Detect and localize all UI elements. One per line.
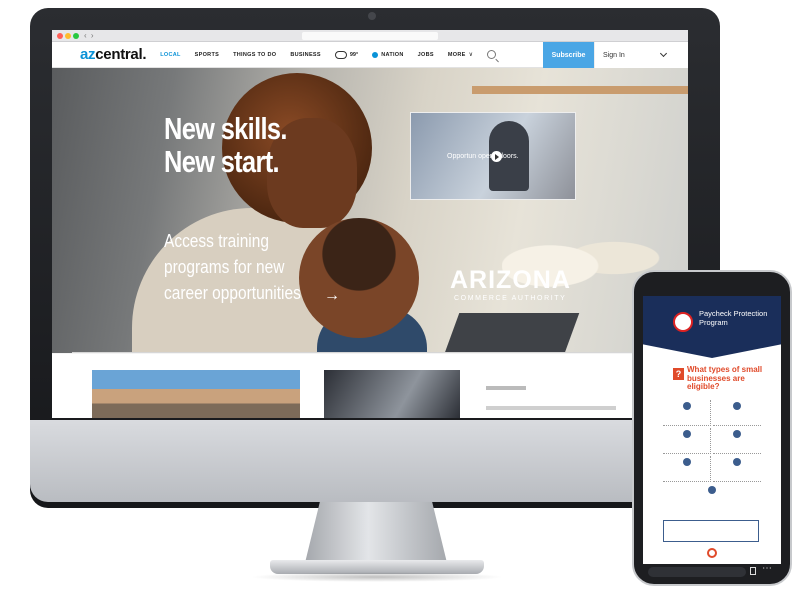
site-logo[interactable]: azcentral. xyxy=(80,46,147,63)
imac-stand xyxy=(304,502,448,566)
ppp-header xyxy=(643,296,781,358)
maximize-window-icon[interactable] xyxy=(73,33,79,39)
browser-chrome: ‹ › xyxy=(52,30,688,42)
ppp-question: What types of small businesses are eligi… xyxy=(687,365,763,391)
grid-cell xyxy=(713,428,761,454)
camera-icon xyxy=(368,12,376,20)
video-caption: Opportun opens doors. xyxy=(447,153,519,160)
imac-shadow xyxy=(250,572,504,582)
nav-nation-label: NATION xyxy=(381,51,404,58)
grid-cell xyxy=(663,400,711,426)
nav-more[interactable]: MORE xyxy=(448,52,466,58)
story-text-placeholder xyxy=(486,406,616,410)
grid-cell xyxy=(663,456,711,482)
story-thumbnail[interactable] xyxy=(324,370,460,418)
phone-screen: Paycheck Protection Program ? What types… xyxy=(643,296,781,564)
more-menu-icon[interactable]: ⋯ xyxy=(762,563,772,574)
chevron-down-icon[interactable]: ∨ xyxy=(469,51,473,58)
brand-subtitle: COMMERCE AUTHORITY xyxy=(454,295,567,302)
business-icon xyxy=(682,402,691,410)
nav-business[interactable]: BUSINESS xyxy=(290,52,321,58)
story-label-placeholder xyxy=(486,386,526,390)
content-strip xyxy=(52,354,688,418)
person-icon xyxy=(733,402,741,410)
share-icon[interactable] xyxy=(750,567,756,575)
weather-icon xyxy=(334,50,347,59)
weather-widget[interactable]: 99° xyxy=(334,50,359,59)
note-box xyxy=(663,520,759,542)
phone-device: Paycheck Protection Program ? What types… xyxy=(632,270,792,586)
hero-headline: New skills. New start. xyxy=(164,111,287,179)
main-nav: LOCAL SPORTS THINGS TO DO BUSINESS 99° N… xyxy=(160,50,496,59)
subscribe-button[interactable]: Subscribe xyxy=(543,42,594,68)
back-forward-icon[interactable]: ‹ › xyxy=(84,31,95,40)
grid-cell xyxy=(713,456,761,482)
divider xyxy=(72,352,668,353)
hero-subtext[interactable]: Access training programs for new career … xyxy=(164,228,336,306)
nav-nation[interactable]: NATION xyxy=(372,51,404,58)
video-thumbnail[interactable]: Opportun opens doors. xyxy=(410,112,576,200)
veteran-icon xyxy=(708,486,716,494)
sign-in-label: Sign In xyxy=(603,51,625,59)
laptop xyxy=(444,313,580,353)
imac-chin xyxy=(30,420,720,502)
grid-cell xyxy=(663,428,711,454)
question-icon: ? xyxy=(673,368,684,380)
search-icon[interactable] xyxy=(486,50,496,59)
hero-ad-banner[interactable]: New skills. New start. Access training p… xyxy=(52,68,688,353)
nonprofit-icon xyxy=(733,458,741,466)
sign-in-button[interactable]: Sign In xyxy=(594,42,688,68)
brand-logo: ARIZONA xyxy=(450,266,571,294)
story-thumbnail[interactable] xyxy=(92,370,300,418)
scroll-indicator-icon xyxy=(707,548,717,558)
nation-dot-icon xyxy=(372,51,379,58)
ppp-badge-icon xyxy=(673,312,693,332)
nav-sports[interactable]: SPORTS xyxy=(195,52,219,58)
shelf xyxy=(472,86,688,94)
phone-browser-bar: ⋯ xyxy=(644,563,780,580)
grid-cell xyxy=(713,400,761,426)
arrow-right-icon[interactable]: → xyxy=(324,287,340,305)
site-header: azcentral. LOCAL SPORTS THINGS TO DO BUS… xyxy=(52,42,688,68)
phone-address-bar[interactable] xyxy=(648,567,746,577)
address-bar[interactable] xyxy=(302,32,438,40)
nav-jobs[interactable]: JOBS xyxy=(418,52,434,58)
chevron-down-icon xyxy=(659,49,668,58)
desktop-screen: ‹ › azcentral. LOCAL SPORTS THINGS TO DO… xyxy=(52,30,688,418)
contractor-icon xyxy=(733,430,741,438)
nav-things-to-do[interactable]: THINGS TO DO xyxy=(233,52,276,58)
nav-local[interactable]: LOCAL xyxy=(160,52,180,58)
ppp-title: Paycheck Protection Program xyxy=(699,309,768,327)
play-icon[interactable] xyxy=(491,151,502,162)
close-window-icon[interactable] xyxy=(57,33,63,39)
weather-temp: 99° xyxy=(349,51,359,58)
grid-cell xyxy=(688,484,736,510)
agriculture-icon xyxy=(682,430,691,438)
minimize-window-icon[interactable] xyxy=(65,33,71,39)
gig-worker-icon xyxy=(682,458,691,466)
